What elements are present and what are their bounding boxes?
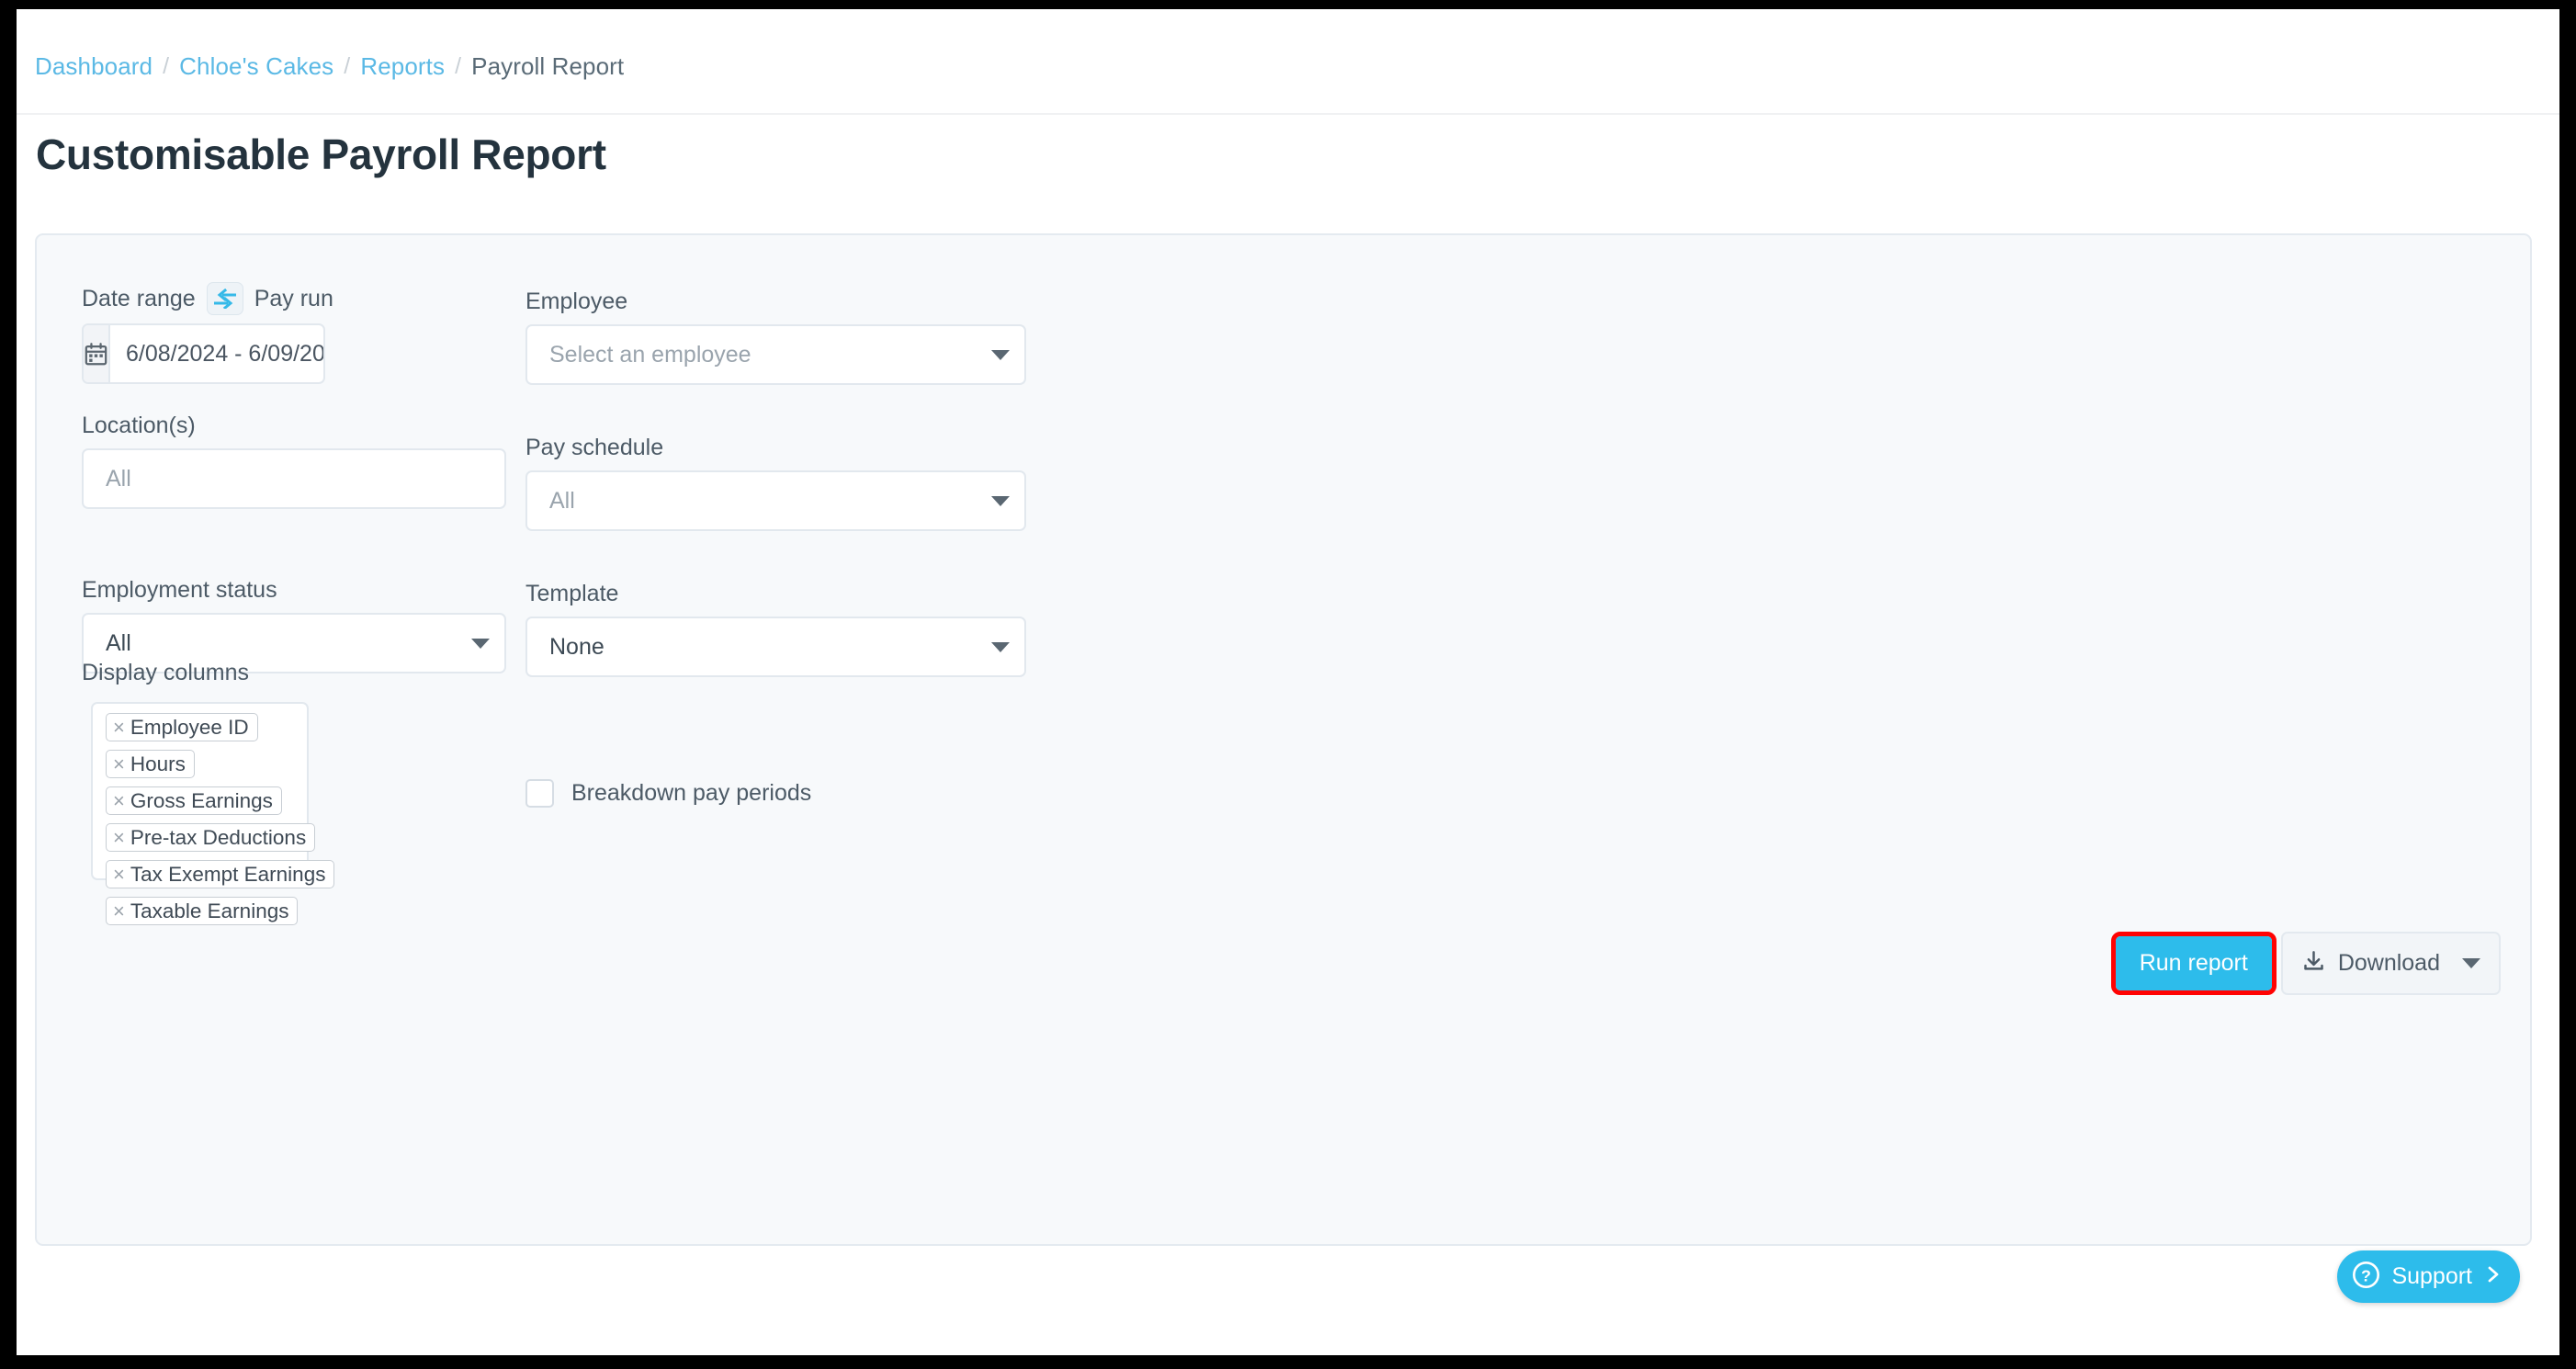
display-column-tag-label: Taxable Earnings [130, 899, 289, 923]
display-column-tag-label: Gross Earnings [130, 789, 273, 813]
display-column-tag-label: Tax Exempt Earnings [130, 863, 326, 887]
breadcrumb-separator: / [163, 53, 169, 80]
breadcrumb-separator: / [344, 53, 350, 80]
report-filters-card: Date range Pay run [35, 233, 2532, 1246]
display-column-tag-label: Pre-tax Deductions [130, 826, 306, 850]
breakdown-pay-periods-checkbox[interactable] [525, 779, 554, 808]
chevron-down-icon[interactable] [991, 642, 1010, 652]
display-columns-label: Display columns [82, 660, 249, 686]
date-range-label: Date range [82, 286, 196, 312]
breadcrumb-item-dashboard[interactable]: Dashboard [35, 52, 153, 81]
chevron-down-icon[interactable] [2462, 958, 2480, 968]
display-column-tag[interactable]: ×Tax Exempt Earnings [106, 860, 334, 888]
remove-tag-icon[interactable]: × [113, 754, 125, 775]
remove-tag-icon[interactable]: × [113, 718, 125, 738]
template-value: None [549, 634, 982, 661]
swap-arrows-icon[interactable] [207, 282, 243, 315]
download-icon [2301, 949, 2326, 979]
display-columns-tag-list: ×Employee ID×Hours×Gross Earnings×Pre-ta… [106, 713, 299, 933]
display-column-tag[interactable]: ×Taxable Earnings [106, 897, 298, 925]
locations-value: All [106, 466, 490, 492]
display-column-tag-label: Hours [130, 752, 186, 776]
pay-schedule-select[interactable]: All [525, 470, 1026, 531]
employment-status-label: Employment status [82, 577, 277, 604]
remove-tag-icon[interactable]: × [113, 901, 125, 922]
breakdown-pay-periods-label: Breakdown pay periods [571, 780, 811, 807]
locations-label: Location(s) [82, 413, 196, 439]
display-column-tag[interactable]: ×Hours [106, 750, 195, 778]
employee-select[interactable]: Select an employee [525, 324, 1026, 385]
employee-label: Employee [525, 289, 627, 315]
display-column-tag[interactable]: ×Gross Earnings [106, 786, 282, 815]
breadcrumb-separator: / [455, 53, 461, 80]
employee-value: Select an employee [549, 342, 982, 368]
display-column-tag[interactable]: ×Pre-tax Deductions [106, 823, 315, 852]
display-columns-tag-box[interactable]: ×Employee ID×Hours×Gross Earnings×Pre-ta… [91, 702, 309, 880]
question-circle-icon: ? [2351, 1260, 2381, 1295]
remove-tag-icon[interactable]: × [113, 791, 125, 811]
card-actions: Run report Download [2111, 932, 2501, 995]
svg-text:?: ? [2361, 1266, 2371, 1284]
breakdown-pay-periods-row[interactable]: Breakdown pay periods [525, 779, 811, 808]
pay-run-label[interactable]: Pay run [254, 286, 333, 312]
breadcrumb-item-chloes-cakes[interactable]: Chloe's Cakes [179, 52, 333, 81]
display-column-tag-label: Employee ID [130, 716, 249, 740]
chevron-down-icon[interactable] [991, 350, 1010, 360]
app-page: Dashboard / Chloe's Cakes / Reports / Pa… [17, 9, 2559, 1355]
breadcrumb-item-payroll-report: Payroll Report [471, 52, 624, 81]
pay-schedule-label: Pay schedule [525, 435, 663, 461]
download-label: Download [2338, 950, 2440, 977]
breadcrumb-item-reports[interactable]: Reports [360, 52, 445, 81]
template-label: Template [525, 581, 618, 607]
date-range-value[interactable]: 6/08/2024 - 6/09/2024 [110, 325, 325, 382]
support-button[interactable]: ? Support [2337, 1250, 2520, 1303]
page-title: Customisable Payroll Report [36, 130, 606, 179]
locations-input[interactable]: All [82, 448, 506, 509]
remove-tag-icon[interactable]: × [113, 828, 125, 848]
chevron-right-icon [2484, 1263, 2503, 1290]
date-range-header: Date range Pay run [82, 280, 333, 317]
remove-tag-icon[interactable]: × [113, 865, 125, 885]
chevron-down-icon[interactable] [991, 496, 1010, 506]
breadcrumb: Dashboard / Chloe's Cakes / Reports / Pa… [35, 46, 624, 86]
calendar-icon[interactable] [84, 325, 110, 382]
run-report-button[interactable]: Run report [2116, 936, 2272, 990]
chevron-down-icon[interactable] [471, 639, 490, 649]
template-select[interactable]: None [525, 617, 1026, 677]
pay-schedule-value: All [549, 488, 982, 515]
header-divider [17, 113, 2559, 115]
display-column-tag[interactable]: ×Employee ID [106, 713, 258, 741]
date-range-input[interactable]: 6/08/2024 - 6/09/2024 [82, 323, 325, 384]
download-button[interactable]: Download [2281, 932, 2501, 995]
run-report-highlight: Run report [2111, 932, 2277, 995]
employment-status-value: All [106, 630, 462, 657]
support-label: Support [2391, 1263, 2472, 1290]
